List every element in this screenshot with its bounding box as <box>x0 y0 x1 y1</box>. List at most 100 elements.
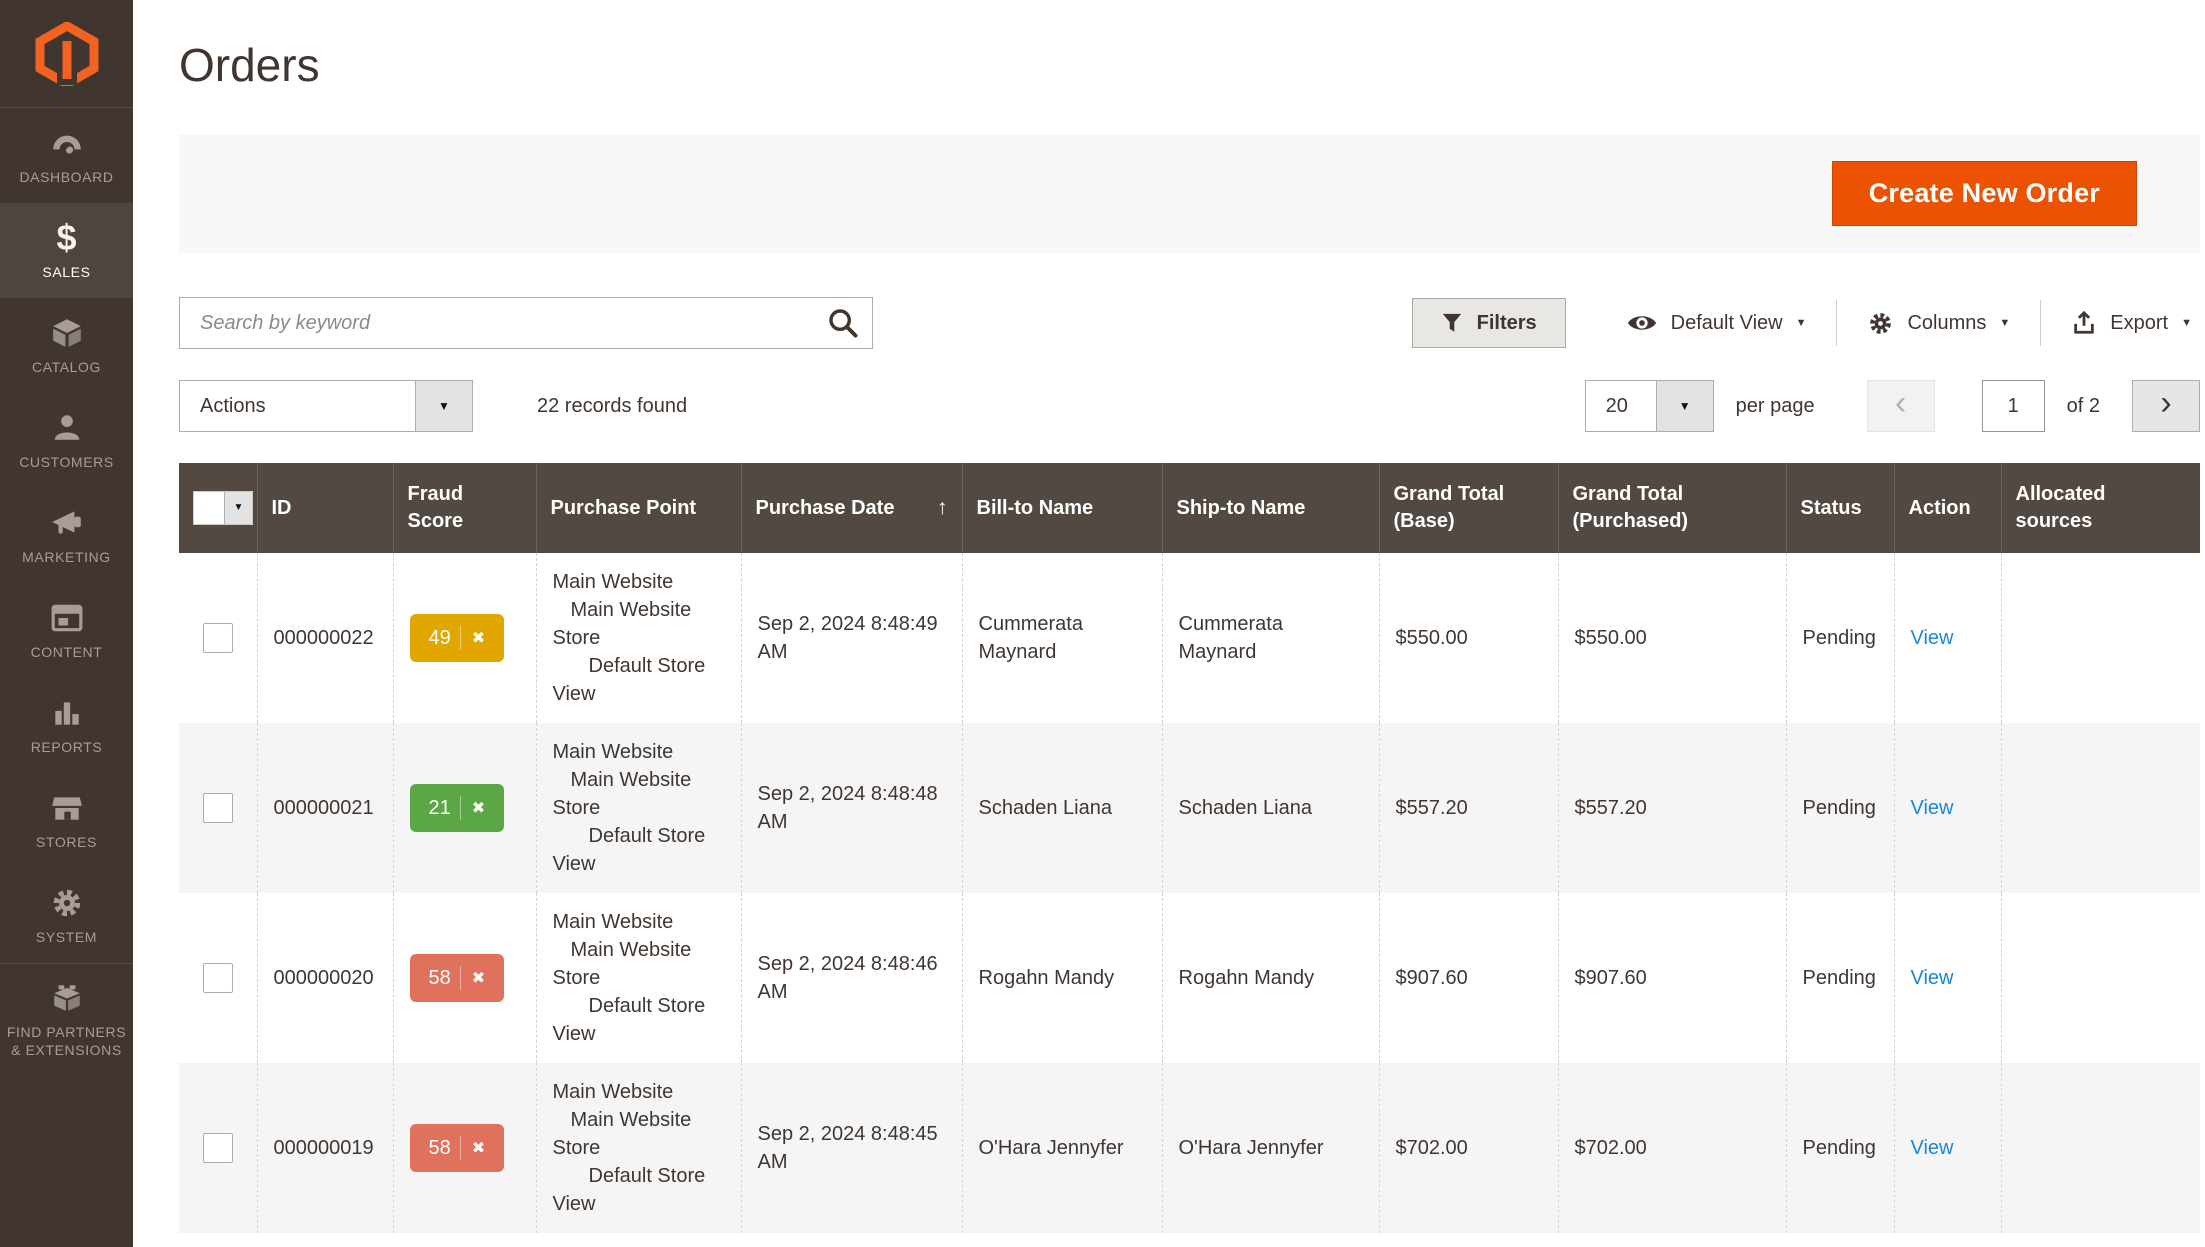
sidebar-item-label: Sales <box>42 263 91 280</box>
chevron-down-icon: ▼ <box>1999 316 2011 329</box>
gear-icon <box>1870 312 1892 334</box>
chevron-down-icon: ▼ <box>2181 316 2192 329</box>
fraud-score-badge[interactable]: 58 ✖ <box>409 954 505 1002</box>
sidebar-item-reports[interactable]: Reports <box>0 678 133 773</box>
grand-total-base-cell: $550.00 <box>1379 553 1559 723</box>
export-label: Export <box>2110 311 2169 334</box>
select-all-checkbox[interactable] <box>194 492 224 524</box>
row-checkbox[interactable] <box>202 1133 233 1163</box>
ship-to-cell: Rogahn Mandy <box>1162 893 1380 1063</box>
create-new-order-button[interactable]: Create New Order <box>1831 161 2137 226</box>
view-order-link[interactable]: View <box>1911 967 1954 989</box>
fraud-score-cell: 49 ✖ <box>393 553 537 723</box>
select-all-dropdown[interactable]: ▼ <box>193 491 253 525</box>
sidebar-item-customers[interactable]: Customers <box>0 393 133 488</box>
per-page-caret[interactable]: ▼ <box>1655 381 1713 431</box>
sidebar-item-content[interactable]: Content <box>0 583 133 678</box>
actions-dropdown[interactable]: Actions ▼ <box>179 380 473 432</box>
allocated-sources-cell <box>2001 723 2200 893</box>
view-order-link[interactable]: View <box>1911 627 1954 649</box>
magento-logo[interactable] <box>0 0 133 108</box>
column-header-grand-total-base[interactable]: Grand Total (Base) <box>1379 463 1559 553</box>
grand-total-base-cell: $907.60 <box>1379 893 1559 1063</box>
close-icon: ✖ <box>471 797 486 817</box>
column-header-purchase-point[interactable]: Purchase Point <box>536 463 742 553</box>
allocated-sources-cell <box>2001 1063 2200 1233</box>
row-checkbox[interactable] <box>202 623 233 653</box>
chevron-down-icon: ▼ <box>438 399 450 413</box>
chevron-down-icon: ▼ <box>233 502 244 513</box>
column-header-bill-to[interactable]: Bill-to Name <box>962 463 1163 553</box>
previous-page-button[interactable]: ‹ <box>1866 380 1935 432</box>
view-order-link[interactable]: View <box>1911 1137 1954 1159</box>
sidebar-nav: Dashboard $ Sales Catalog Customers Mark… <box>0 108 133 1075</box>
actions-dropdown-caret[interactable]: ▼ <box>415 381 472 431</box>
chevron-right-icon: › <box>2160 384 2172 422</box>
column-header-status[interactable]: Status <box>1786 463 1895 553</box>
row-checkbox[interactable] <box>202 963 233 993</box>
sidebar-item-label: Content <box>30 643 103 660</box>
fraud-score-cell: 21 ✖ <box>393 723 537 893</box>
per-page-label: per page <box>1735 394 1815 417</box>
actions-dropdown-value: Actions <box>200 394 266 417</box>
sidebar-item-dashboard[interactable]: Dashboard <box>0 108 133 203</box>
sidebar-item-stores[interactable]: Stores <box>0 773 133 868</box>
total-pages-label: of 2 <box>2066 394 2100 417</box>
column-header-purchase-date[interactable]: Purchase Date ↑ <box>741 463 963 553</box>
row-checkbox[interactable] <box>202 793 233 823</box>
columns-control[interactable]: Columns ▼ <box>1837 310 2040 337</box>
table-row: 000000021 21 ✖ Main Website Main Website… <box>179 723 2200 893</box>
fraud-score-badge[interactable]: 58 ✖ <box>409 1124 505 1172</box>
fraud-score-badge[interactable]: 49 ✖ <box>409 614 505 662</box>
column-header-grand-total-purchased[interactable]: Grand Total (Purchased) <box>1558 463 1787 553</box>
export-control[interactable]: Export ▼ <box>2041 310 2200 336</box>
column-header-action[interactable]: Action <box>1894 463 2002 553</box>
admin-sidebar: Dashboard $ Sales Catalog Customers Mark… <box>0 0 133 1247</box>
sidebar-item-sales[interactable]: $ Sales <box>0 203 133 298</box>
ship-to-cell: O'Hara Jennyfer <box>1162 1063 1380 1233</box>
current-page-input[interactable] <box>1981 380 2045 432</box>
grand-total-purchased-cell: $557.20 <box>1558 723 1787 893</box>
purchase-date-cell: Sep 2, 2024 8:48:45 AM <box>741 1063 963 1233</box>
sidebar-item-marketing[interactable]: Marketing <box>0 488 133 583</box>
column-header-allocated-sources[interactable]: Allocated sources <box>2001 463 2200 553</box>
records-count: 22 records found <box>537 394 688 417</box>
per-page-value: 20 <box>1605 394 1628 417</box>
search-icon <box>829 309 858 338</box>
column-header-fraud-score[interactable]: Fraud Score <box>393 463 537 553</box>
sidebar-item-label: System <box>35 928 98 945</box>
order-id-cell: 000000019 <box>257 1063 394 1233</box>
next-page-button[interactable]: › <box>2132 380 2200 432</box>
view-order-link[interactable]: View <box>1911 797 1954 819</box>
select-cell <box>179 893 258 1063</box>
filters-button[interactable]: Filters <box>1411 298 1566 348</box>
search-submit-button[interactable] <box>827 307 859 339</box>
close-icon: ✖ <box>471 1137 486 1157</box>
chevron-left-icon: ‹ <box>1894 384 1907 422</box>
customers-icon <box>50 410 84 446</box>
per-page-dropdown[interactable]: 20 ▼ <box>1584 380 1714 432</box>
sidebar-item-system[interactable]: System <box>0 868 133 963</box>
grid-search-row: Filters Default View ▼ Columns <box>179 297 2200 349</box>
column-header-id[interactable]: ID <box>257 463 394 553</box>
search-input[interactable] <box>179 297 873 349</box>
view-switcher[interactable]: Default View ▼ <box>1596 311 1837 335</box>
fraud-score-badge[interactable]: 21 ✖ <box>409 784 505 832</box>
marketing-icon <box>50 505 84 541</box>
column-header-ship-to[interactable]: Ship-to Name <box>1162 463 1380 553</box>
sidebar-item-label: Reports <box>30 738 103 755</box>
sidebar-item-catalog[interactable]: Catalog <box>0 298 133 393</box>
grand-total-base-cell: $557.20 <box>1379 723 1559 893</box>
sidebar-item-find-partners[interactable]: Find Partners & Extensions <box>0 963 133 1075</box>
select-all-caret[interactable]: ▼ <box>224 492 252 524</box>
sidebar-item-label: Customers <box>19 453 114 470</box>
mass-actions: Actions ▼ 22 records found <box>179 380 687 432</box>
sales-icon: $ <box>56 216 77 258</box>
order-id-cell: 000000020 <box>257 893 394 1063</box>
allocated-sources-cell <box>2001 893 2200 1063</box>
eye-icon <box>1627 316 1656 330</box>
ship-to-cell: Cummerata Maynard <box>1162 553 1380 723</box>
close-icon: ✖ <box>471 967 486 987</box>
pagination: 20 ▼ per page ‹ of 2 › <box>1584 380 2200 432</box>
page-actions-bar: Create New Order <box>179 134 2200 253</box>
